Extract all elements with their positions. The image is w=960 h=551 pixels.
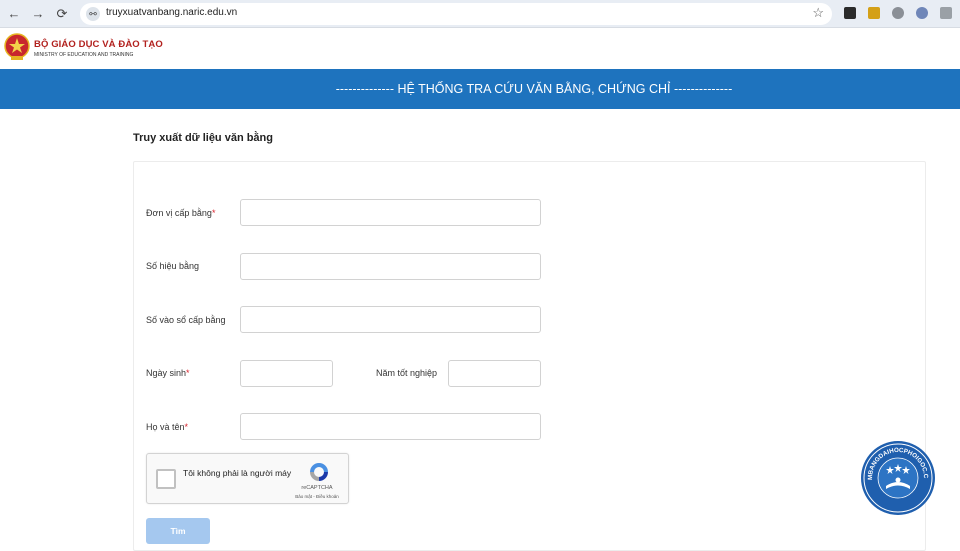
ho-ten-input[interactable] <box>240 413 541 440</box>
recaptcha-brand: reCAPTCHA <box>301 485 333 491</box>
recaptcha-widget: Tôi không phải là người máy reCAPTCHA Bả… <box>146 453 349 504</box>
browser-toolbar: ← → ⟳ ⚯ truyxuatvanbang.naric.edu.vn ☆ <box>0 0 960 28</box>
label-ngay-sinh: Ngày sinh* <box>146 368 190 378</box>
ministry-name-en: MINISTRY OF EDUCATION AND TRAINING <box>34 52 134 58</box>
ministry-header: BỘ GIÁO DỤC VÀ ĐÀO TẠO MINISTRY OF EDUCA… <box>0 29 960 69</box>
extension-icon[interactable] <box>916 7 928 19</box>
label-so-hieu: Số hiệu bằng <box>146 261 200 271</box>
search-button[interactable]: Tìm <box>146 518 210 544</box>
national-emblem-icon <box>4 33 30 60</box>
reload-icon[interactable]: ⟳ <box>52 4 72 24</box>
address-bar[interactable]: ⚯ truyxuatvanbang.naric.edu.vn ☆ <box>80 3 832 25</box>
recaptcha-logo-icon <box>310 463 328 481</box>
so-hieu-input[interactable] <box>240 253 541 280</box>
forward-icon[interactable]: → <box>28 4 48 24</box>
label-ho-ten: Họ và tên* <box>146 422 189 432</box>
title-banner: -------------- HỆ THỐNG TRA CỨU VĂN BẰNG… <box>0 69 960 109</box>
don-vi-input[interactable] <box>240 199 541 226</box>
back-icon[interactable]: ← <box>4 4 24 24</box>
recaptcha-links[interactable]: Bảo mật - Điều khoản <box>287 494 347 499</box>
label-nam-tot-nghiep: Năm tốt nghiệp <box>376 368 438 378</box>
watermark-logo: LAMBANGDAIHOCPHOIGOC.COM <box>860 440 935 515</box>
site-info-icon[interactable]: ⚯ <box>86 7 100 21</box>
extension-icon[interactable] <box>940 7 952 19</box>
ngay-sinh-input[interactable] <box>240 360 333 387</box>
extension-icon[interactable] <box>844 7 856 19</box>
extension-icon[interactable] <box>892 7 904 19</box>
recaptcha-checkbox[interactable] <box>156 469 176 489</box>
label-so-vao-so: Số vào sổ cấp bằng <box>146 315 226 325</box>
label-don-vi: Đơn vị cấp bằng* <box>146 208 216 218</box>
banner-title: -------------- HỆ THỐNG TRA CỨU VĂN BẰNG… <box>335 82 733 96</box>
recaptcha-label: Tôi không phải là người máy <box>183 468 292 478</box>
nam-tot-nghiep-input[interactable] <box>448 360 541 387</box>
page-title: Truy xuất dữ liệu văn bằng <box>133 132 273 144</box>
extension-icon[interactable] <box>868 7 880 19</box>
address-url[interactable]: truyxuatvanbang.naric.edu.vn <box>106 7 237 18</box>
so-vao-so-input[interactable] <box>240 306 541 333</box>
ministry-name: BỘ GIÁO DỤC VÀ ĐÀO TẠO <box>34 39 163 50</box>
bookmark-star-icon[interactable]: ☆ <box>812 5 824 21</box>
